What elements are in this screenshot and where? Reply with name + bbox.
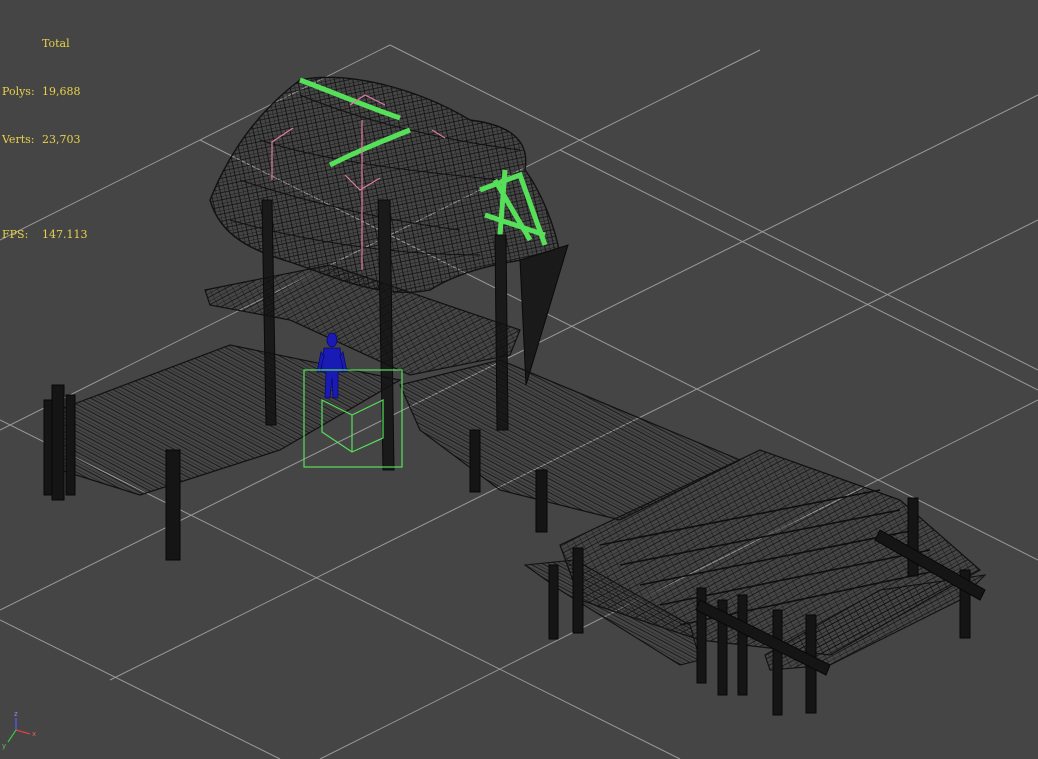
axis-gizmo: z x y [2, 710, 36, 750]
polys-value: 19,688 [42, 85, 81, 98]
axis-z-label: z [14, 710, 18, 718]
fps-value: 147.113 [42, 228, 88, 241]
axis-x-label: x [32, 730, 36, 738]
axis-y-label: y [2, 742, 6, 750]
verts-label: Verts: [2, 133, 35, 146]
viewport-statistics: Total Polys: 19,688 Verts: 23,703 FPS: 147.… [2, 4, 88, 275]
stats-header: Total [42, 37, 70, 50]
left-deck [44, 344, 402, 496]
stats-verts-row: Verts: 23,703 [2, 132, 88, 148]
perspective-viewport[interactable]: z x y Total Polys: 19,688 Verts: 23,703 FP… [0, 0, 1038, 759]
stats-polys-row: Polys: 19,688 [2, 84, 88, 100]
fps-label: FPS: [2, 228, 29, 241]
verts-value: 23,703 [42, 133, 81, 146]
scene-canvas[interactable]: z x y [0, 0, 1038, 759]
stats-fps-row: FPS: 147.113 [2, 227, 88, 243]
polys-label: Polys: [2, 85, 35, 98]
